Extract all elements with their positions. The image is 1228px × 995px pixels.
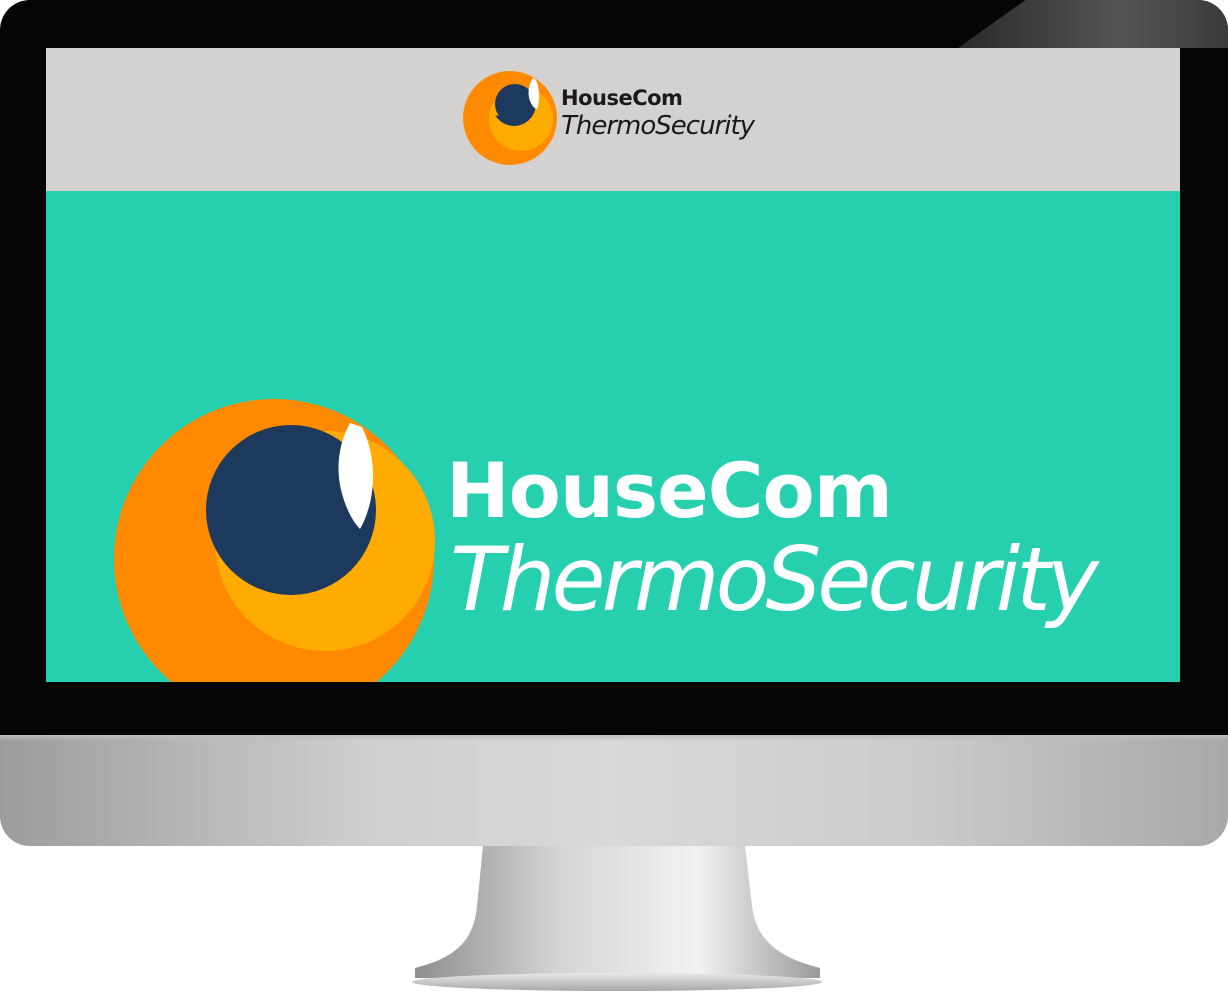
site-header: HouseCom ThermoSecurity: [46, 48, 1180, 191]
header-logo-product: ThermoSecurity: [561, 111, 755, 141]
hero-section: HouseCom ThermoSecurity: [46, 191, 1180, 682]
monitor-chin-edge: [0, 735, 1228, 741]
monitor-screen: HouseCom ThermoSecurity HouseCom ThermoS…: [46, 48, 1180, 682]
hero-logo-icon: [114, 399, 435, 682]
header-logo-brand: HouseCom: [561, 86, 683, 110]
hero-product-title: ThermoSecurity: [450, 528, 1099, 631]
housecom-logo-icon: [463, 71, 557, 165]
hero-brand-title: HouseCom: [446, 446, 893, 535]
header-logo-link[interactable]: HouseCom ThermoSecurity: [463, 69, 763, 169]
monitor-mockup: HouseCom ThermoSecurity HouseCom ThermoS…: [0, 0, 1228, 995]
hero-logo: HouseCom ThermoSecurity: [46, 191, 1180, 682]
monitor-stand: [412, 846, 822, 991]
monitor-chin: [0, 735, 1228, 846]
